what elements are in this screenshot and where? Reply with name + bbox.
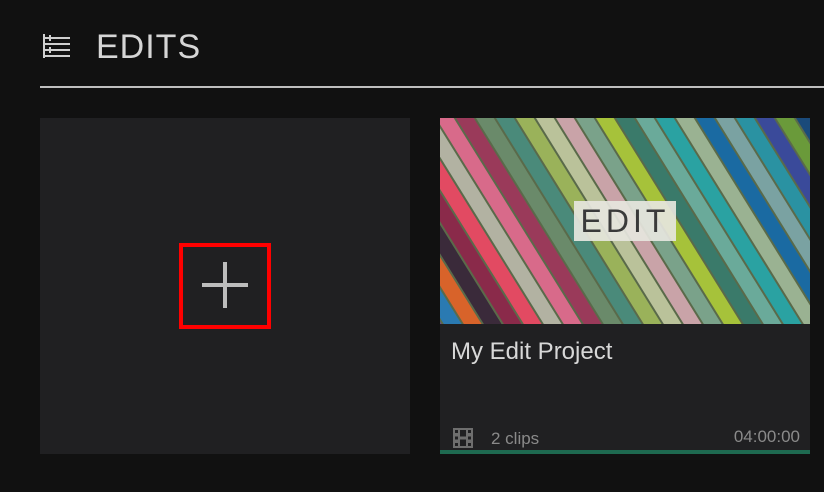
header: EDITS	[40, 24, 824, 72]
clip-count: 2 clips	[491, 429, 540, 448]
plus-icon	[202, 262, 248, 308]
card-accent-bar	[440, 450, 810, 454]
project-duration: 04:00:00	[733, 427, 800, 446]
new-edit-tile[interactable]	[40, 118, 410, 454]
header-divider	[40, 86, 824, 88]
film-strip-icon	[452, 427, 474, 449]
edits-list-icon[interactable]	[40, 32, 74, 60]
add-edit-button[interactable]	[179, 243, 271, 329]
project-title[interactable]: My Edit Project	[451, 338, 612, 366]
thumbnail-label: EDIT	[574, 201, 676, 241]
project-card[interactable]: EDIT My Edit Project 2 clips 04:00:00	[440, 118, 810, 454]
page-title: EDITS	[96, 28, 202, 66]
project-thumbnail[interactable]: EDIT	[440, 118, 810, 324]
